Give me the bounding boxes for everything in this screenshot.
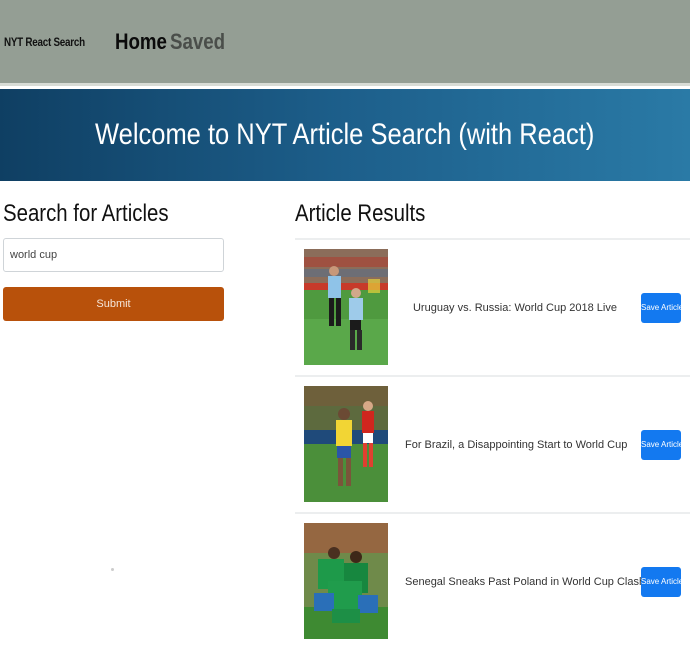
soccer-photo-image [304,249,388,365]
results-panel: Article Results Uruguay vs. Russia: Worl… [295,200,690,639]
article-title[interactable]: For Brazil, a Disappointing Start to Wor… [405,439,627,451]
nav-home-link[interactable]: Home [115,29,167,55]
search-panel: Search for Articles Submit [3,200,224,321]
article-title[interactable]: Uruguay vs. Russia: World Cup 2018 Live [405,302,625,314]
article-thumbnail[interactable] [304,523,388,639]
search-input[interactable] [3,238,224,272]
save-article-button[interactable]: Save Article [641,429,683,460]
article-row: Senegal Sneaks Past Poland in World Cup … [295,512,690,648]
save-article-button[interactable]: Save Article [641,292,683,323]
search-heading: Search for Articles [3,200,169,227]
stray-dot [111,568,114,571]
hero-title: Welcome to NYT Article Search (with Reac… [95,118,595,151]
submit-button[interactable]: Submit [3,287,224,321]
article-thumbnail[interactable] [304,386,388,502]
article-thumbnail[interactable] [304,249,388,365]
article-row: Uruguay vs. Russia: World Cup 2018 Live … [295,238,690,375]
article-title[interactable]: Senegal Sneaks Past Poland in World Cup … [405,576,645,588]
hero-banner: Welcome to NYT Article Search (with Reac… [0,89,690,181]
article-row: For Brazil, a Disappointing Start to Wor… [295,375,690,512]
nav-saved-link[interactable]: Saved [170,29,225,55]
top-navbar: NYT React Search Home Saved [0,0,690,86]
results-heading: Article Results [295,200,426,227]
results-list: Uruguay vs. Russia: World Cup 2018 Live … [295,238,690,648]
soccer-photo-image [304,386,388,502]
brand-link[interactable]: NYT React Search [4,35,85,49]
save-article-button[interactable]: Save Article [641,566,683,597]
soccer-photo-image [304,523,388,639]
